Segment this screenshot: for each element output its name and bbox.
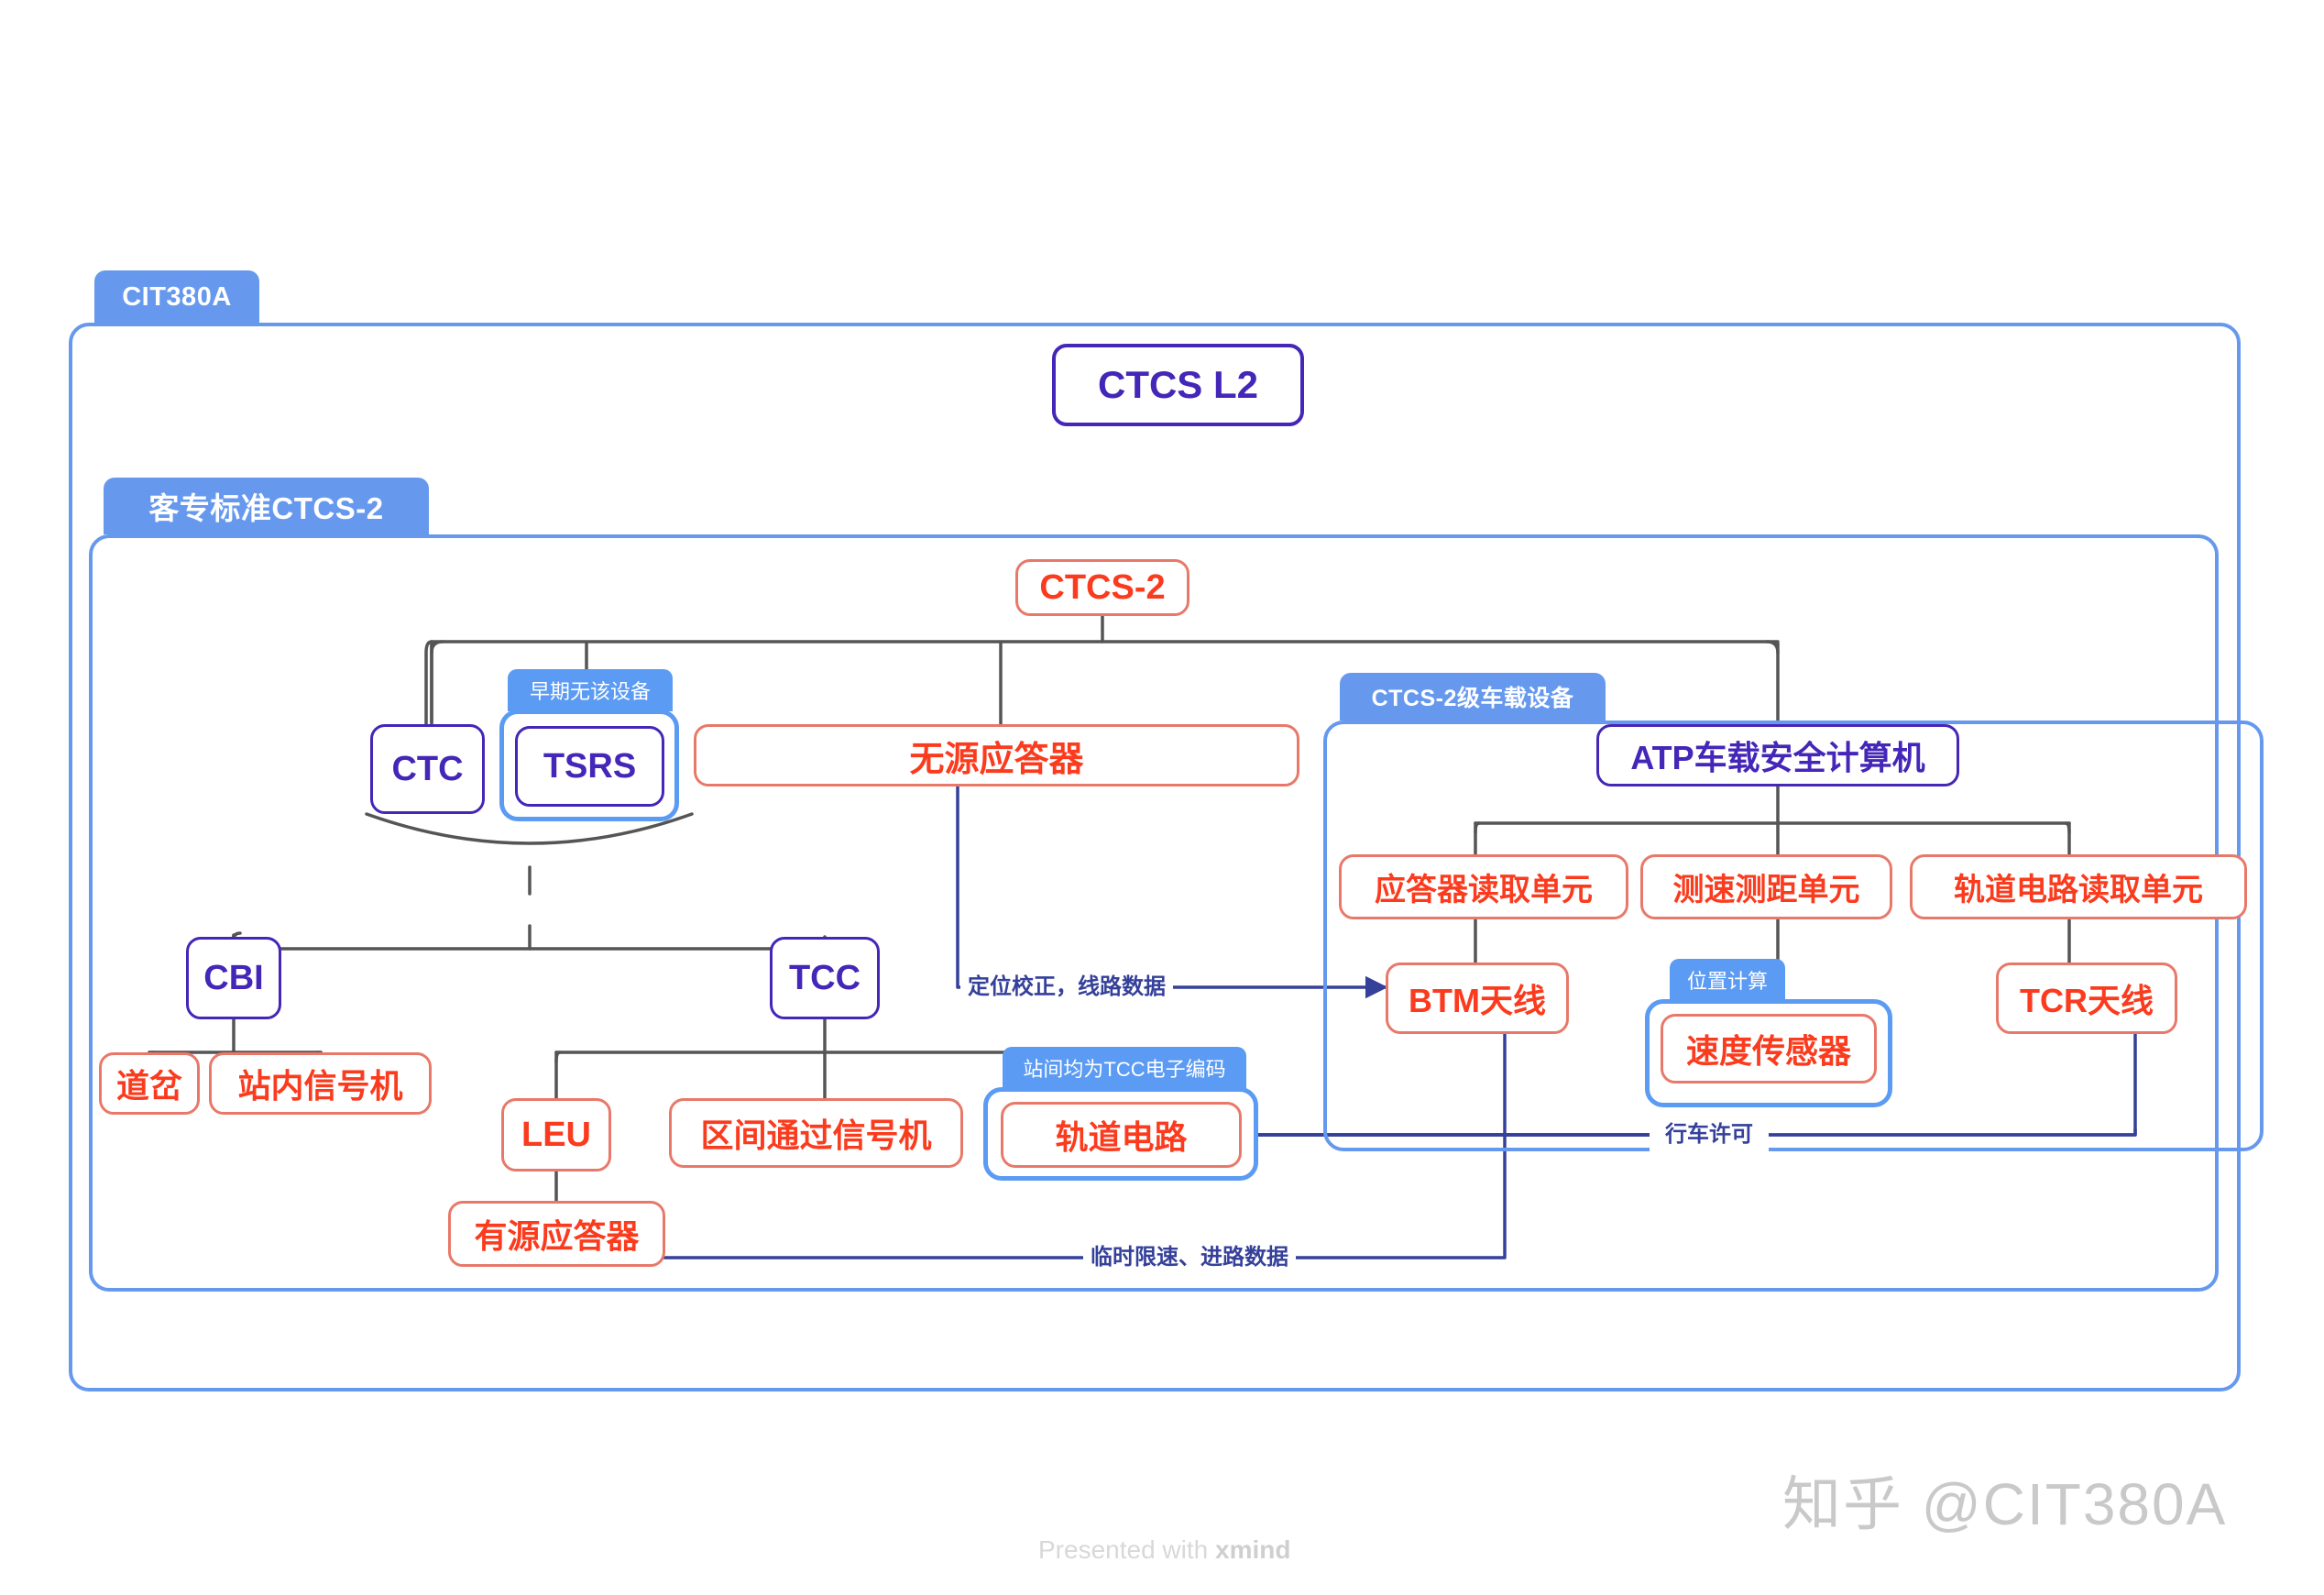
- track-circuit-note-text: 站间均为TCC电子编码: [1023, 1058, 1226, 1081]
- edge-label-positioning: 定位校正，线路数据: [960, 968, 1173, 1006]
- node-tcc[interactable]: TCC: [770, 937, 880, 1019]
- node-passive-balise[interactable]: 无源应答器: [694, 724, 1299, 786]
- container-onboard-label-text: CTCS-2级车载设备: [1371, 686, 1574, 711]
- edge-label-tsr-route: 临时限速、进路数据: [1083, 1239, 1296, 1276]
- node-atp-label: ATP车载安全计算机: [1630, 739, 1925, 776]
- node-odometry[interactable]: 测速测距单元: [1640, 854, 1892, 919]
- node-ctc[interactable]: CTC: [370, 724, 485, 814]
- container-ctcs2-label-text: 客专标准CTCS-2: [148, 491, 384, 525]
- edge-label-positioning-text: 定位校正，线路数据: [968, 974, 1166, 999]
- node-cbi-label: CBI: [203, 958, 264, 997]
- node-passive-balise-label: 无源应答器: [909, 740, 1084, 779]
- speed-sensor-note-text: 位置计算: [1686, 970, 1768, 993]
- node-active-balise-label: 有源应答器: [474, 1217, 640, 1255]
- container-cit380a-label: CIT380A: [94, 270, 259, 324]
- node-switch[interactable]: 道岔: [99, 1052, 200, 1115]
- node-leu[interactable]: LEU: [501, 1098, 611, 1172]
- node-section-signal-label: 区间通过信号机: [700, 1116, 932, 1154]
- node-active-balise[interactable]: 有源应答器: [448, 1201, 665, 1267]
- node-speed-sensor[interactable]: 速度传感器: [1661, 1014, 1877, 1084]
- watermark-zhihu: 知乎 @CIT380A: [1782, 1458, 2227, 1542]
- node-ctc-label: CTC: [391, 749, 464, 788]
- container-onboard-label: CTCS-2级车载设备: [1340, 673, 1606, 720]
- node-btm-antenna-label: BTM天线: [1409, 982, 1546, 1019]
- edge-label-movement-authority: 行车许可: [1650, 1116, 1769, 1153]
- container-ctcs2-label: 客专标准CTCS-2: [104, 478, 429, 534]
- diagram-canvas: CIT380A 客专标准CTCS-2 CTCS-2级车载设备 CTCS L2 C…: [0, 0, 2324, 1595]
- node-track-circuit[interactable]: 轨道电路: [1001, 1102, 1242, 1168]
- node-tsrs[interactable]: TSRS: [515, 726, 664, 807]
- tsrs-note-text: 早期无该设备: [529, 680, 651, 703]
- node-ctcs-l2-label: CTCS L2: [1097, 363, 1258, 406]
- tsrs-note-tab: 早期无该设备: [508, 669, 673, 711]
- node-leu-label: LEU: [521, 1115, 591, 1154]
- node-switch-label: 道岔: [115, 1067, 182, 1105]
- node-track-circuit-reader[interactable]: 轨道电路读取单元: [1910, 854, 2247, 919]
- node-station-signal-label: 站内信号机: [237, 1067, 403, 1105]
- node-tsrs-label: TSRS: [543, 746, 637, 786]
- node-ctcs-l2[interactable]: CTCS L2: [1052, 344, 1304, 426]
- node-tcc-label: TCC: [788, 958, 861, 997]
- node-atp[interactable]: ATP车载安全计算机: [1596, 724, 1959, 786]
- watermark-zhihu-text: 知乎 @CIT380A: [1782, 1471, 2228, 1537]
- node-section-signal[interactable]: 区间通过信号机: [669, 1098, 963, 1168]
- node-btm-antenna[interactable]: BTM天线: [1386, 962, 1569, 1034]
- node-track-circuit-reader-label: 轨道电路读取单元: [1954, 873, 2203, 908]
- node-ctcs-2-label: CTCS-2: [1039, 567, 1166, 607]
- track-circuit-note-tab: 站间均为TCC电子编码: [1003, 1047, 1246, 1089]
- container-cit380a-label-text: CIT380A: [122, 281, 232, 312]
- edge-label-tsr-route-text: 临时限速、进路数据: [1091, 1245, 1288, 1270]
- node-tcr-antenna-label: TCR天线: [2020, 982, 2154, 1019]
- node-speed-sensor-label: 速度传感器: [1685, 1032, 1851, 1070]
- node-odometry-label: 测速测距单元: [1672, 873, 1860, 908]
- node-cbi[interactable]: CBI: [186, 937, 281, 1019]
- watermark-xmind: Presented with xmind: [1038, 1535, 1290, 1565]
- speed-sensor-note-tab: 位置计算: [1670, 959, 1785, 1001]
- node-ctcs-2[interactable]: CTCS-2: [1015, 559, 1189, 616]
- node-balise-reader[interactable]: 应答器读取单元: [1339, 854, 1628, 919]
- node-tcr-antenna[interactable]: TCR天线: [1996, 962, 2177, 1034]
- watermark-xmind-prefix: Presented with: [1038, 1535, 1215, 1564]
- node-track-circuit-label: 轨道电路: [1055, 1118, 1188, 1156]
- node-balise-reader-label: 应答器读取单元: [1375, 873, 1593, 908]
- edge-label-movement-authority-text: 行车许可: [1665, 1122, 1753, 1147]
- watermark-xmind-brand: xmind: [1215, 1535, 1291, 1564]
- node-station-signal[interactable]: 站内信号机: [209, 1052, 432, 1115]
